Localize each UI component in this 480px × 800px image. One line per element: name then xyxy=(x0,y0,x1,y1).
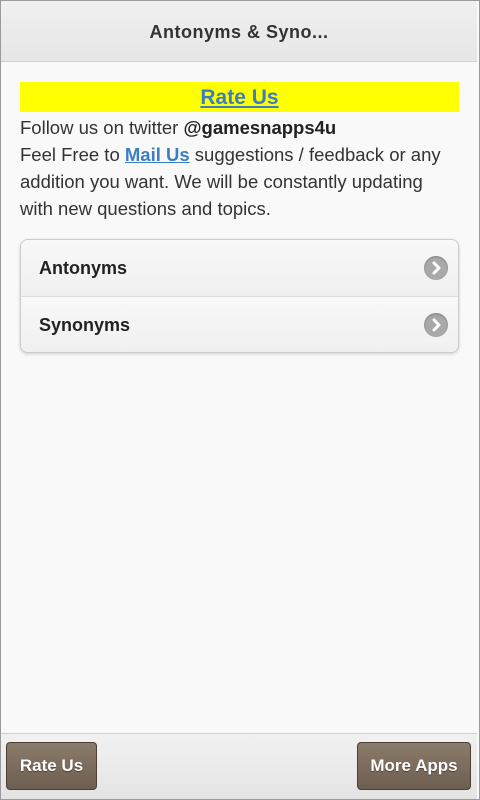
feel-free-text: Feel Free to xyxy=(20,144,125,165)
twitter-handle: @gamesnapps4u xyxy=(183,117,337,138)
list-item-label: Synonyms xyxy=(39,315,131,335)
list-item-antonyms[interactable]: Antonyms xyxy=(21,240,458,296)
page-title: Antonyms & Syno... xyxy=(149,22,329,42)
rate-us-link[interactable]: Rate Us xyxy=(200,86,278,109)
header-bar: Antonyms & Syno... xyxy=(1,1,477,62)
footer-bar: Rate Us More Apps xyxy=(1,733,477,799)
topic-list: Antonyms Synonyms xyxy=(20,239,459,353)
rate-banner: Rate Us xyxy=(20,82,459,112)
list-item-label: Antonyms xyxy=(39,258,128,278)
follow-text: Follow us on twitter xyxy=(20,117,184,138)
chevron-right-icon xyxy=(424,313,448,337)
rate-us-button[interactable]: Rate Us xyxy=(6,742,97,790)
list-item-synonyms[interactable]: Synonyms xyxy=(21,296,458,352)
mail-us-link[interactable]: Mail Us xyxy=(125,144,190,165)
more-apps-button[interactable]: More Apps xyxy=(357,742,471,790)
info-text: Follow us on twitter @gamesnapps4u Feel … xyxy=(20,114,460,222)
chevron-right-icon xyxy=(424,256,448,280)
